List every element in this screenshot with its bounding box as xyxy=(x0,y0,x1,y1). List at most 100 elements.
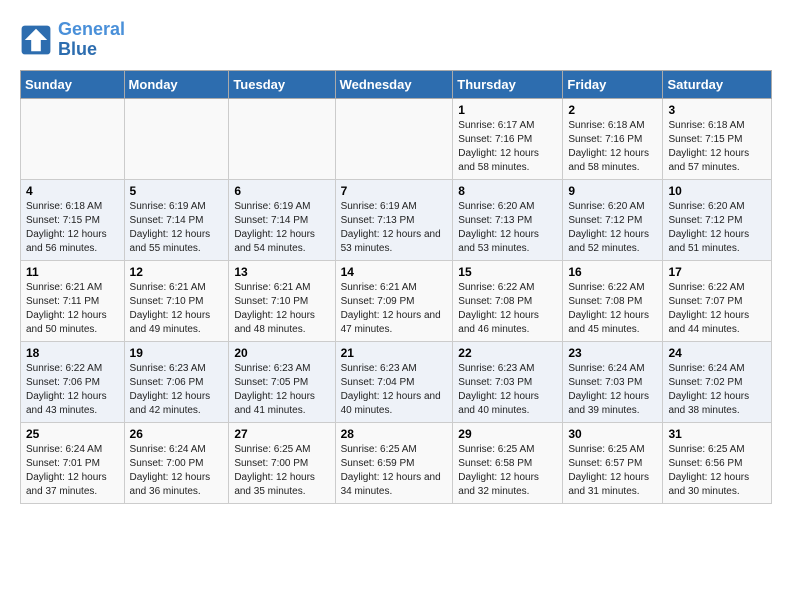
day-info: Sunrise: 6:20 AMSunset: 7:12 PMDaylight:… xyxy=(668,200,766,256)
day-info: Sunrise: 6:24 AMSunset: 7:03 PMDaylight:… xyxy=(568,362,657,418)
day-number: 10 xyxy=(668,184,766,198)
day-cell: 14 Sunrise: 6:21 AMSunset: 7:09 PMDayligh… xyxy=(335,260,453,341)
day-info: Sunrise: 6:24 AMSunset: 7:01 PMDaylight:… xyxy=(26,443,119,499)
day-cell: 8Sunrise: 6:20 AMSunset: 7:13 PMDaylight… xyxy=(453,179,563,260)
col-header-monday: Monday xyxy=(124,70,229,98)
day-number: 31 xyxy=(668,427,766,441)
day-cell: 12 Sunrise: 6:21 AMSunset: 7:10 PMDayligh… xyxy=(124,260,229,341)
logo-icon xyxy=(20,24,52,56)
day-info: Sunrise: 6:23 AMSunset: 7:06 PMDaylight:… xyxy=(130,362,224,418)
page-header: General Blue xyxy=(20,20,772,60)
day-info: Sunrise: 6:22 AMSunset: 7:08 PMDaylight:… xyxy=(568,281,657,337)
day-cell: 3 Sunrise: 6:18 AMSunset: 7:15 PMDaylight… xyxy=(663,98,772,179)
col-header-thursday: Thursday xyxy=(453,70,563,98)
day-number: 8 xyxy=(458,184,557,198)
day-info: Sunrise: 6:23 AMSunset: 7:04 PMDaylight:… xyxy=(341,362,448,418)
week-row-5: 25 Sunrise: 6:24 AMSunset: 7:01 PMDayligh… xyxy=(21,422,772,503)
col-header-sunday: Sunday xyxy=(21,70,125,98)
week-row-1: 1Sunrise: 6:17 AMSunset: 7:16 PMDaylight… xyxy=(21,98,772,179)
day-info: Sunrise: 6:25 AMSunset: 6:58 PMDaylight:… xyxy=(458,443,557,499)
day-number: 26 xyxy=(130,427,224,441)
day-info: Sunrise: 6:21 AMSunset: 7:10 PMDaylight:… xyxy=(130,281,224,337)
day-info: Sunrise: 6:21 AMSunset: 7:10 PMDaylight:… xyxy=(234,281,329,337)
day-cell: 20 Sunrise: 6:23 AMSunset: 7:05 PMDayligh… xyxy=(229,341,335,422)
day-info: Sunrise: 6:22 AMSunset: 7:06 PMDaylight:… xyxy=(26,362,119,418)
day-number: 18 xyxy=(26,346,119,360)
day-number: 28 xyxy=(341,427,448,441)
day-cell: 26 Sunrise: 6:24 AMSunset: 7:00 PMDayligh… xyxy=(124,422,229,503)
day-info: Sunrise: 6:24 AMSunset: 7:02 PMDaylight:… xyxy=(668,362,766,418)
day-number: 5 xyxy=(130,184,224,198)
day-number: 7 xyxy=(341,184,448,198)
day-number: 9 xyxy=(568,184,657,198)
day-cell: 18 Sunrise: 6:22 AMSunset: 7:06 PMDayligh… xyxy=(21,341,125,422)
day-number: 29 xyxy=(458,427,557,441)
day-number: 15 xyxy=(458,265,557,279)
day-info: Sunrise: 6:19 AMSunset: 7:14 PMDaylight:… xyxy=(130,200,224,256)
day-cell: 29 Sunrise: 6:25 AMSunset: 6:58 PMDayligh… xyxy=(453,422,563,503)
day-cell xyxy=(21,98,125,179)
week-row-3: 11Sunrise: 6:21 AMSunset: 7:11 PMDayligh… xyxy=(21,260,772,341)
day-info: Sunrise: 6:25 AMSunset: 6:59 PMDaylight:… xyxy=(341,443,448,499)
day-cell: 9 Sunrise: 6:20 AMSunset: 7:12 PMDaylight… xyxy=(563,179,663,260)
day-number: 22 xyxy=(458,346,557,360)
day-cell: 27Sunrise: 6:25 AMSunset: 7:00 PMDayligh… xyxy=(229,422,335,503)
day-number: 13 xyxy=(234,265,329,279)
day-cell xyxy=(335,98,453,179)
day-info: Sunrise: 6:23 AMSunset: 7:05 PMDaylight:… xyxy=(234,362,329,418)
day-number: 19 xyxy=(130,346,224,360)
day-number: 23 xyxy=(568,346,657,360)
day-cell xyxy=(124,98,229,179)
day-cell: 17 Sunrise: 6:22 AMSunset: 7:07 PMDayligh… xyxy=(663,260,772,341)
day-cell: 2 Sunrise: 6:18 AMSunset: 7:16 PMDaylight… xyxy=(563,98,663,179)
day-cell: 1Sunrise: 6:17 AMSunset: 7:16 PMDaylight… xyxy=(453,98,563,179)
day-cell: 16 Sunrise: 6:22 AMSunset: 7:08 PMDayligh… xyxy=(563,260,663,341)
day-info: Sunrise: 6:18 AMSunset: 7:16 PMDaylight:… xyxy=(568,119,657,175)
day-number: 4 xyxy=(26,184,119,198)
day-number: 17 xyxy=(668,265,766,279)
day-info: Sunrise: 6:24 AMSunset: 7:00 PMDaylight:… xyxy=(130,443,224,499)
col-header-friday: Friday xyxy=(563,70,663,98)
day-cell: 4Sunrise: 6:18 AMSunset: 7:15 PMDaylight… xyxy=(21,179,125,260)
day-cell: 13 Sunrise: 6:21 AMSunset: 7:10 PMDayligh… xyxy=(229,260,335,341)
day-info: Sunrise: 6:22 AMSunset: 7:08 PMDaylight:… xyxy=(458,281,557,337)
logo-text: General Blue xyxy=(58,20,125,60)
day-number: 27 xyxy=(234,427,329,441)
day-number: 24 xyxy=(668,346,766,360)
day-cell: 21Sunrise: 6:23 AMSunset: 7:04 PMDayligh… xyxy=(335,341,453,422)
col-header-tuesday: Tuesday xyxy=(229,70,335,98)
day-info: Sunrise: 6:21 AMSunset: 7:09 PMDaylight:… xyxy=(341,281,448,337)
day-info: Sunrise: 6:23 AMSunset: 7:03 PMDaylight:… xyxy=(458,362,557,418)
day-number: 25 xyxy=(26,427,119,441)
day-info: Sunrise: 6:20 AMSunset: 7:12 PMDaylight:… xyxy=(568,200,657,256)
day-cell: 31 Sunrise: 6:25 AMSunset: 6:56 PMDayligh… xyxy=(663,422,772,503)
day-info: Sunrise: 6:25 AMSunset: 6:56 PMDaylight:… xyxy=(668,443,766,499)
day-number: 2 xyxy=(568,103,657,117)
logo: General Blue xyxy=(20,20,125,60)
day-info: Sunrise: 6:17 AMSunset: 7:16 PMDaylight:… xyxy=(458,119,557,175)
day-cell: 30Sunrise: 6:25 AMSunset: 6:57 PMDayligh… xyxy=(563,422,663,503)
day-number: 30 xyxy=(568,427,657,441)
col-header-saturday: Saturday xyxy=(663,70,772,98)
day-cell xyxy=(229,98,335,179)
day-cell: 22 Sunrise: 6:23 AMSunset: 7:03 PMDayligh… xyxy=(453,341,563,422)
day-info: Sunrise: 6:19 AMSunset: 7:14 PMDaylight:… xyxy=(234,200,329,256)
day-number: 6 xyxy=(234,184,329,198)
day-cell: 10 Sunrise: 6:20 AMSunset: 7:12 PMDayligh… xyxy=(663,179,772,260)
day-cell: 25 Sunrise: 6:24 AMSunset: 7:01 PMDayligh… xyxy=(21,422,125,503)
day-cell: 24 Sunrise: 6:24 AMSunset: 7:02 PMDayligh… xyxy=(663,341,772,422)
day-cell: 28 Sunrise: 6:25 AMSunset: 6:59 PMDayligh… xyxy=(335,422,453,503)
week-row-2: 4Sunrise: 6:18 AMSunset: 7:15 PMDaylight… xyxy=(21,179,772,260)
day-number: 3 xyxy=(668,103,766,117)
day-info: Sunrise: 6:19 AMSunset: 7:13 PMDaylight:… xyxy=(341,200,448,256)
day-number: 16 xyxy=(568,265,657,279)
day-number: 11 xyxy=(26,265,119,279)
day-number: 20 xyxy=(234,346,329,360)
day-info: Sunrise: 6:22 AMSunset: 7:07 PMDaylight:… xyxy=(668,281,766,337)
day-info: Sunrise: 6:18 AMSunset: 7:15 PMDaylight:… xyxy=(668,119,766,175)
day-cell: 23 Sunrise: 6:24 AMSunset: 7:03 PMDayligh… xyxy=(563,341,663,422)
calendar-table: SundayMondayTuesdayWednesdayThursdayFrid… xyxy=(20,70,772,504)
day-number: 12 xyxy=(130,265,224,279)
day-number: 14 xyxy=(341,265,448,279)
week-row-4: 18 Sunrise: 6:22 AMSunset: 7:06 PMDayligh… xyxy=(21,341,772,422)
